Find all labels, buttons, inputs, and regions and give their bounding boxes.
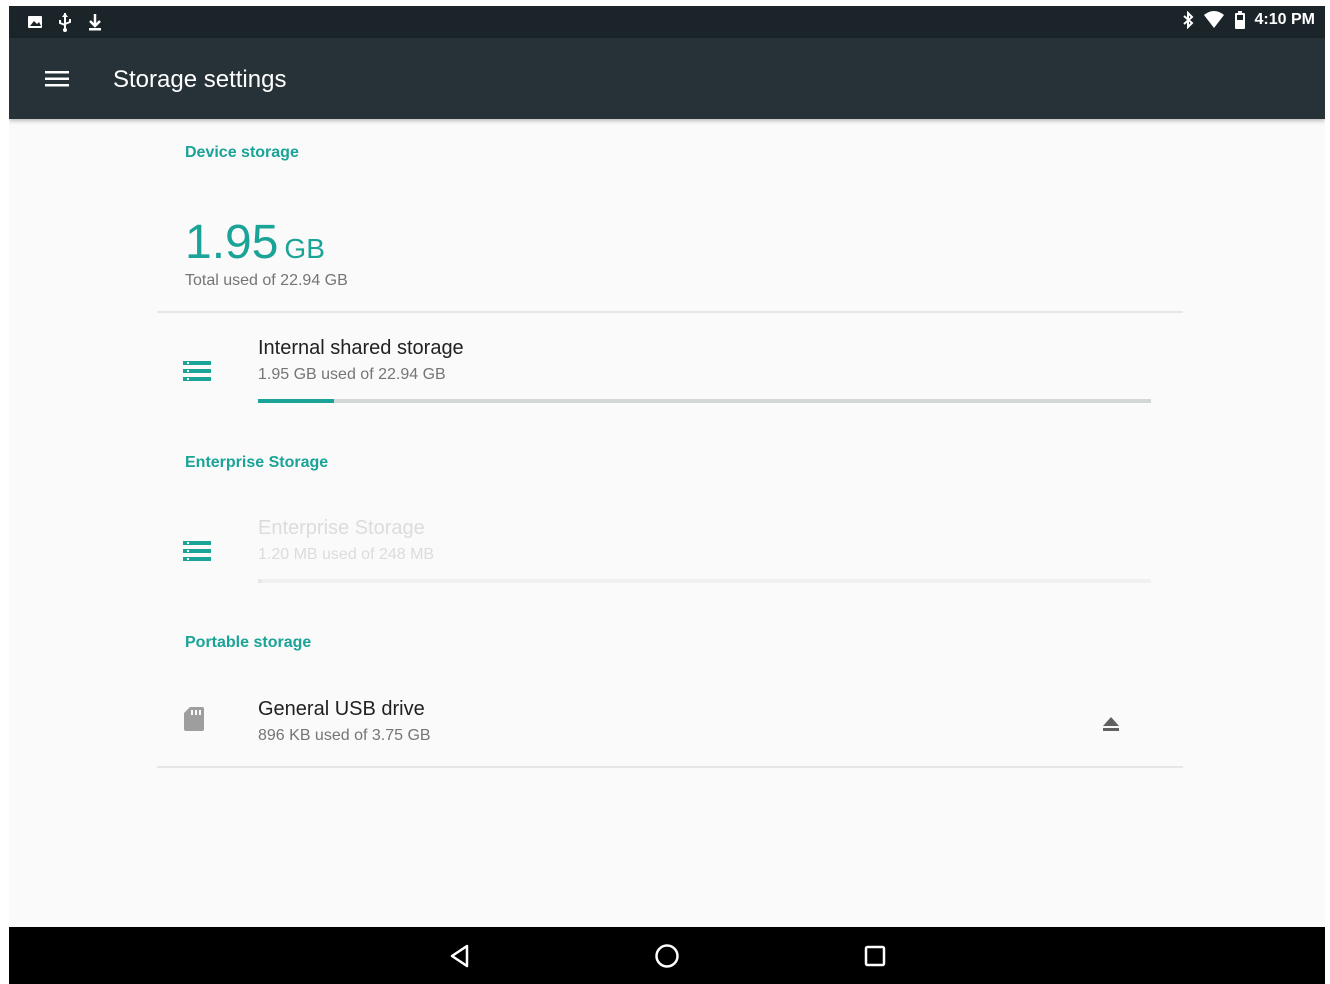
usb-icon bbox=[59, 13, 71, 32]
usb-drive-subtitle: 896 KB used of 3.75 GB bbox=[258, 727, 431, 744]
enterprise-storage-item[interactable]: Enterprise Storage 1.20 MB used of 248 M… bbox=[157, 504, 1183, 594]
wifi-icon bbox=[1203, 11, 1224, 28]
navigation-bar bbox=[9, 927, 1325, 984]
enterprise-storage-progress-fill bbox=[258, 579, 263, 583]
used-value: 1.95 bbox=[185, 216, 279, 269]
image-notification-icon bbox=[28, 16, 42, 28]
internal-storage-item[interactable]: Internal shared storage 1.95 GB used of … bbox=[157, 324, 1183, 414]
divider bbox=[157, 766, 1183, 768]
used-unit: GB bbox=[284, 233, 325, 264]
portable-storage-header: Portable storage bbox=[185, 634, 312, 651]
battery-icon bbox=[1234, 11, 1245, 29]
device-storage-header: Device storage bbox=[185, 144, 299, 161]
storage-list-icon bbox=[183, 541, 211, 561]
download-icon bbox=[89, 14, 101, 31]
internal-storage-progress bbox=[258, 399, 1151, 403]
sd-card-icon bbox=[184, 707, 204, 731]
storage-list: Device storage 1.95 GB Total used of 22.9… bbox=[9, 119, 1325, 927]
enterprise-storage-header: Enterprise Storage bbox=[185, 454, 329, 471]
total-used-text: Total used of 22.94 GB bbox=[185, 272, 348, 289]
internal-storage-subtitle: 1.95 GB used of 22.94 GB bbox=[258, 366, 446, 383]
home-icon[interactable] bbox=[654, 943, 680, 969]
page-title: Storage settings bbox=[113, 66, 287, 93]
status-bar: 4:10 PM bbox=[9, 6, 1325, 38]
eject-icon[interactable] bbox=[1101, 715, 1121, 733]
enterprise-storage-subtitle: 1.20 MB used of 248 MB bbox=[258, 546, 435, 563]
clock: 4:10 PM bbox=[1254, 11, 1315, 28]
device-screen: 4:10 PM Storage settings Device storage … bbox=[9, 6, 1325, 984]
storage-list-icon bbox=[183, 361, 211, 381]
usb-drive-item[interactable]: General USB drive 896 KB used of 3.75 GB bbox=[157, 687, 1183, 757]
menu-icon[interactable] bbox=[45, 69, 69, 89]
recents-icon[interactable] bbox=[863, 943, 887, 969]
internal-storage-progress-fill bbox=[258, 399, 334, 403]
app-bar: Storage settings bbox=[9, 38, 1325, 119]
usb-drive-title: General USB drive bbox=[258, 698, 425, 720]
bluetooth-icon bbox=[1182, 11, 1193, 29]
total-used-summary: 1.95 GB bbox=[185, 215, 325, 270]
internal-storage-title: Internal shared storage bbox=[258, 337, 464, 359]
enterprise-storage-title: Enterprise Storage bbox=[258, 517, 425, 539]
divider bbox=[157, 311, 1183, 313]
back-icon[interactable] bbox=[448, 943, 472, 969]
enterprise-storage-progress bbox=[258, 579, 1151, 583]
